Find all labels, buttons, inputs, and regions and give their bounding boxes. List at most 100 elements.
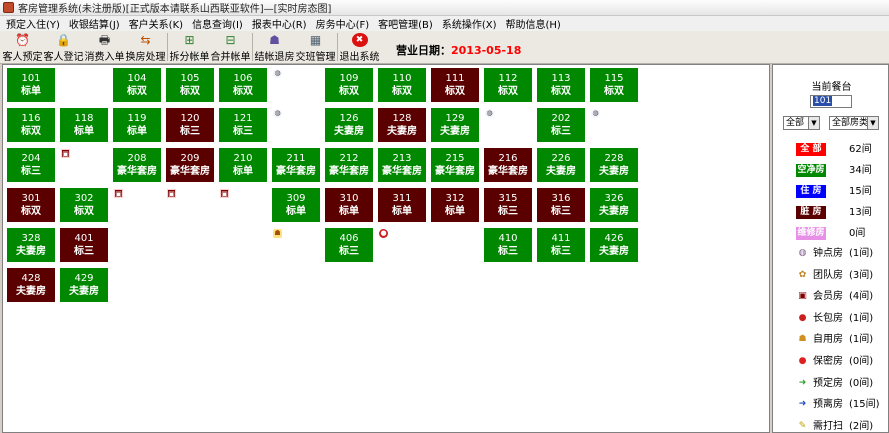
room-tile[interactable]: 211 豪华套房 bbox=[271, 147, 321, 183]
menu-item[interactable]: 报表中心(R) bbox=[252, 16, 307, 31]
toolbar-button[interactable]: ⏰ 客人预定 bbox=[2, 31, 43, 63]
room-tile[interactable]: 308 水利局 ▣ ➜ bbox=[218, 187, 268, 223]
menu-item[interactable]: 预定入住(Y) bbox=[6, 16, 60, 31]
room-tile[interactable]: 401 标三 bbox=[59, 227, 109, 263]
marker-legend-row[interactable]: ▣ 会员房 (4间) bbox=[773, 290, 889, 306]
toolbar-button[interactable]: 🖶 消费入单 bbox=[84, 31, 125, 63]
chevron-down-icon[interactable]: ▼ bbox=[867, 117, 878, 129]
room-tile[interactable]: 301 标双 bbox=[6, 187, 56, 223]
room-tile[interactable]: 215 豪华套房 bbox=[430, 147, 480, 183]
marker-legend-row[interactable]: ✎ 需打扫 (2间) bbox=[773, 420, 889, 433]
toolbar-button[interactable]: ⇆ 换房处理 bbox=[125, 31, 166, 63]
room-tile[interactable]: 216 豪华套房 bbox=[483, 147, 533, 183]
status-legend-row[interactable]: 脏 房 13间 bbox=[773, 206, 889, 222]
room-tile[interactable]: 406 标三 bbox=[324, 227, 374, 263]
room-tile[interactable]: 129 夫妻房 bbox=[430, 107, 480, 143]
room-tile[interactable]: 128 夫妻房 bbox=[377, 107, 427, 143]
marker-legend-row[interactable]: ◍ 钟点房 (1间) bbox=[773, 247, 889, 263]
room-tile[interactable]: 210 标单 bbox=[218, 147, 268, 183]
room-tile[interactable]: 429 夫妻房 bbox=[59, 267, 109, 303]
room-tile[interactable]: 112 标双 bbox=[483, 67, 533, 103]
room-tile[interactable]: 302 标双 bbox=[59, 187, 109, 223]
room-tile[interactable]: 316 标三 bbox=[536, 187, 586, 223]
room-tile[interactable]: 122 丁小乐 ◍ ➜ bbox=[271, 107, 321, 143]
chevron-down-icon[interactable]: ▼ bbox=[808, 117, 819, 129]
toolbar-button[interactable]: 🔒 客人登记 bbox=[43, 31, 84, 63]
marker-legend-row[interactable]: ☗ 自用房 (1间) bbox=[773, 333, 889, 349]
room-tile[interactable]: 106 标双 bbox=[218, 67, 268, 103]
room-tile[interactable]: 110 标双 bbox=[377, 67, 427, 103]
room-tile[interactable]: 206 王文 ▣ ➜ bbox=[59, 147, 109, 183]
marker-label: 自用房 bbox=[813, 334, 843, 346]
room-tile[interactable]: 311 标单 bbox=[377, 187, 427, 223]
toolbar-button[interactable]: ☗ 结帐退房 bbox=[254, 31, 295, 63]
menu-item[interactable]: 帮助信息(H) bbox=[505, 16, 560, 31]
menu-item[interactable]: 房务中心(F) bbox=[316, 16, 370, 31]
status-legend-row[interactable]: 空净房 34间 bbox=[773, 164, 889, 180]
marker-legend-row[interactable]: ● 长包房 (1间) bbox=[773, 312, 889, 328]
menu-item[interactable]: 客吧管理(B) bbox=[378, 16, 433, 31]
toolbar-button[interactable]: ⊟ 合并帐单 bbox=[210, 31, 251, 63]
room-tile[interactable]: 118 标单 bbox=[59, 107, 109, 143]
room-tile[interactable]: 212 豪华套房 bbox=[324, 147, 374, 183]
toolbar-button[interactable]: ✖ 退出系统 bbox=[339, 31, 380, 63]
room-tile[interactable]: 108 王小虎 ◍ ➜ bbox=[271, 67, 321, 103]
room-tile[interactable]: 309 标单 bbox=[271, 187, 321, 223]
room-tile[interactable]: 426 夫妻房 bbox=[589, 227, 639, 263]
room-tile[interactable]: 213 豪华套房 bbox=[377, 147, 427, 183]
room-tile[interactable]: 310 标单 bbox=[324, 187, 374, 223]
status-filter-select[interactable]: 全部 ▼ bbox=[783, 116, 820, 130]
marker-legend-row[interactable]: ● 保密房 (0间) bbox=[773, 355, 889, 371]
toolbar-button[interactable]: ▦ 交班管理 bbox=[295, 31, 336, 63]
room-tile[interactable]: 403 钱学斌 ➜ bbox=[165, 227, 215, 263]
room-tile[interactable]: 410 标三 bbox=[483, 227, 533, 263]
room-tile[interactable]: 101 标单 bbox=[6, 67, 56, 103]
room-tile[interactable]: 411 标三 bbox=[536, 227, 586, 263]
room-tile[interactable]: 113 标双 bbox=[536, 67, 586, 103]
room-tile[interactable]: 315 标三 bbox=[483, 187, 533, 223]
status-legend-row[interactable]: 住 房 15间 bbox=[773, 185, 889, 201]
status-legend-row[interactable]: 全 部 62间 bbox=[773, 143, 889, 159]
room-tile[interactable]: 402 钱学斌 ➜ bbox=[112, 227, 162, 263]
room-tile[interactable]: 409 钱学斌 ➜ bbox=[430, 227, 480, 263]
room-tile[interactable]: 111 标双 bbox=[430, 67, 480, 103]
marker-legend-row[interactable]: ➜ 预离房 (15间) bbox=[773, 398, 889, 414]
marker-legend-row[interactable]: ➜ 预定房 (0间) bbox=[773, 377, 889, 393]
menu-item[interactable]: 客户关系(K) bbox=[129, 16, 183, 31]
room-tile[interactable]: 428 夫妻房 bbox=[6, 267, 56, 303]
room-tile[interactable]: 312 标单 bbox=[430, 187, 480, 223]
room-tile[interactable]: 121 标三 bbox=[218, 107, 268, 143]
room-tile[interactable]: 109 标双 bbox=[324, 67, 374, 103]
room-tile[interactable]: 201 丁小乐 ◍ ➜ bbox=[483, 107, 533, 143]
room-tile[interactable]: 228 夫妻房 bbox=[589, 147, 639, 183]
menu-item[interactable]: 系统操作(X) bbox=[442, 16, 497, 31]
status-legend-row[interactable]: 维修房 0间 bbox=[773, 227, 889, 243]
room-tile[interactable]: 126 夫妻房 bbox=[324, 107, 374, 143]
room-tile[interactable]: 119 标单 bbox=[112, 107, 162, 143]
room-tile[interactable]: 105 标双 bbox=[165, 67, 215, 103]
room-tile[interactable]: 405 张经理 ☗ ➜ bbox=[271, 227, 321, 263]
room-tile[interactable]: 226 夫妻房 bbox=[536, 147, 586, 183]
menu-item[interactable]: 收银结算(J) bbox=[69, 16, 120, 31]
room-tile[interactable]: 204 标三 bbox=[6, 147, 56, 183]
room-tile[interactable]: 303 水利局 ▣ ➜ bbox=[112, 187, 162, 223]
room-tile[interactable]: 115 标双 bbox=[589, 67, 639, 103]
room-tile[interactable]: 116 标双 bbox=[6, 107, 56, 143]
room-tile[interactable]: 328 夫妻房 bbox=[6, 227, 56, 263]
toolbar-button[interactable]: ⊞ 拆分帐单 bbox=[169, 31, 210, 63]
menu-item[interactable]: 信息查询(I) bbox=[192, 16, 243, 31]
room-tile[interactable]: 326 夫妻房 bbox=[589, 187, 639, 223]
room-type-filter-select[interactable]: 全部房类 ▼ bbox=[829, 116, 879, 130]
room-tile[interactable]: 120 标三 bbox=[165, 107, 215, 143]
room-tile[interactable]: 104 标双 bbox=[112, 67, 162, 103]
room-tile[interactable]: 202 标三 bbox=[536, 107, 586, 143]
room-tile[interactable]: 102 李斌 ➜ bbox=[59, 67, 109, 103]
current-table-input[interactable]: 101 bbox=[810, 95, 852, 108]
room-tile[interactable]: 408 刘利军 ● ➜ bbox=[377, 227, 427, 263]
room-tile[interactable]: 404 钱学斌 ➜ bbox=[218, 227, 268, 263]
room-tile[interactable]: 209 豪华套房 bbox=[165, 147, 215, 183]
room-tile[interactable]: 203 丁小乐 ◍ ➜ bbox=[589, 107, 639, 143]
marker-legend-row[interactable]: ✿ 团队房 (3间) bbox=[773, 269, 889, 285]
room-tile[interactable]: 304 水利局 ▣ ➜ bbox=[165, 187, 215, 223]
room-tile[interactable]: 208 豪华套房 bbox=[112, 147, 162, 183]
